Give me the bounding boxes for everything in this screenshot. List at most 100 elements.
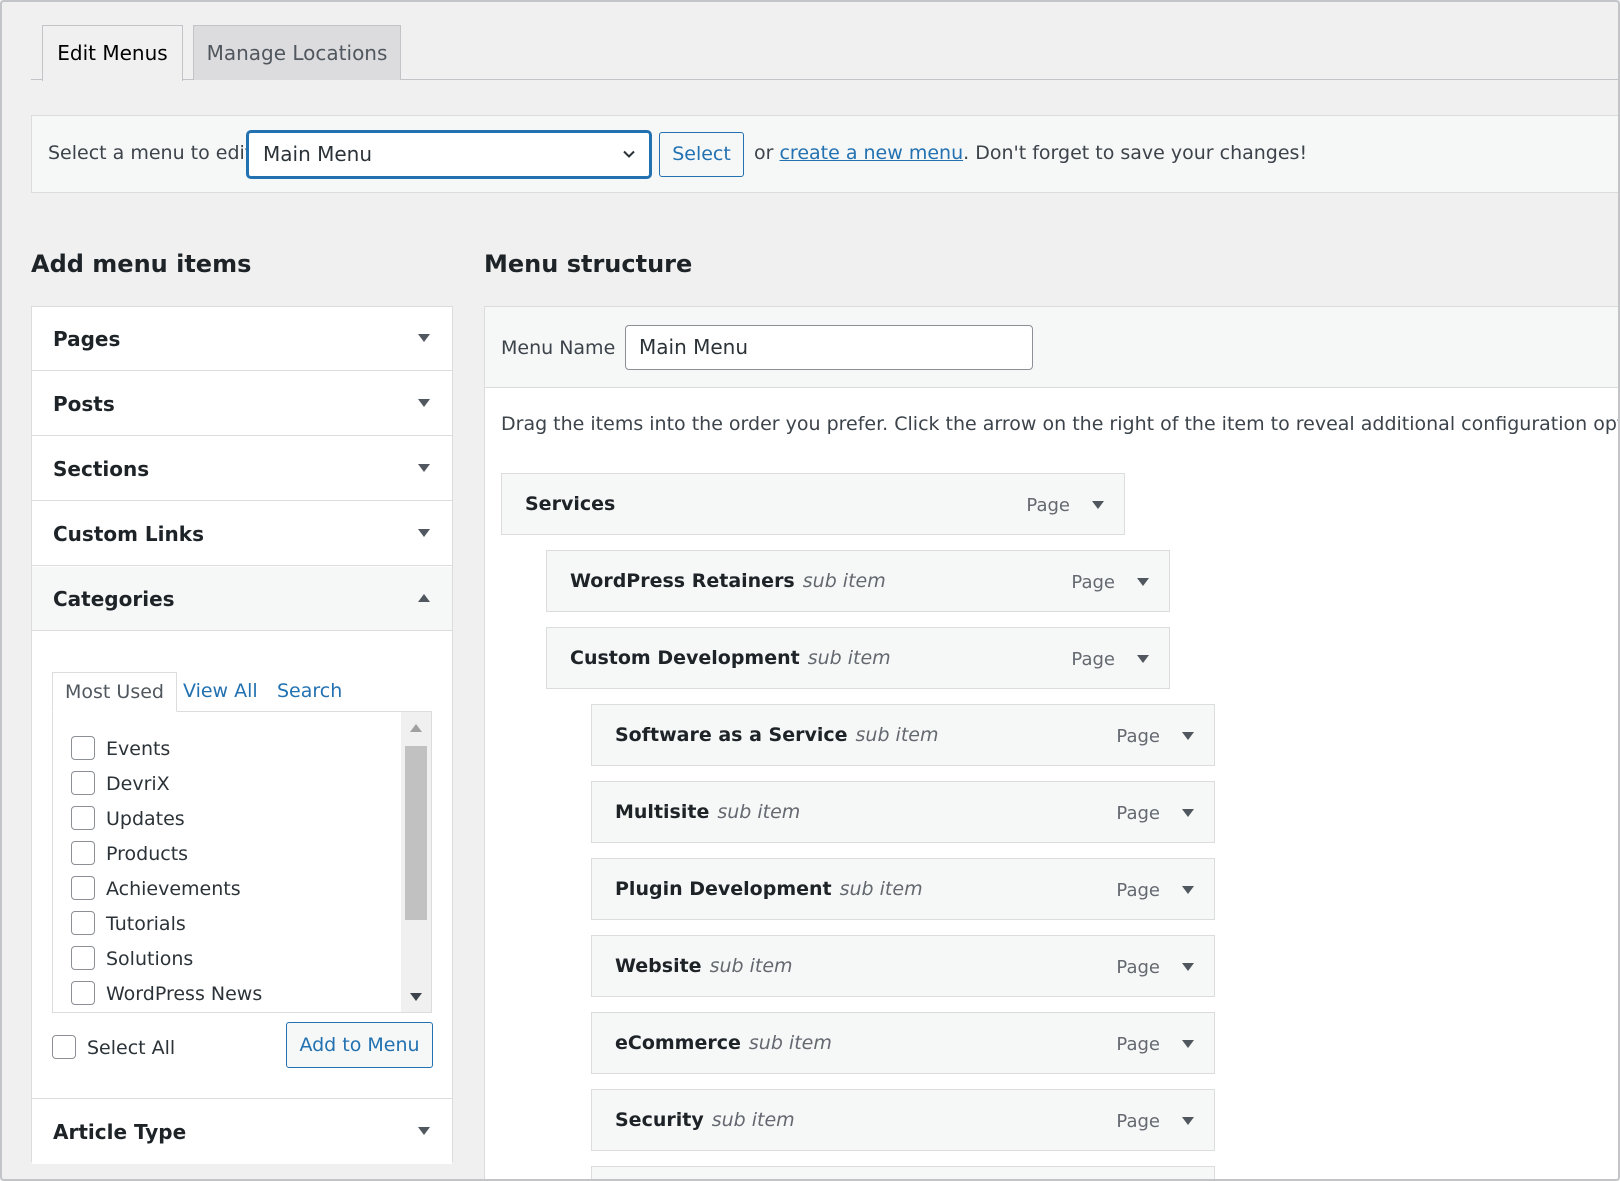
menu-item-wordpress-retainers[interactable]: WordPress Retainers sub item Page	[546, 550, 1170, 612]
scrollbar-thumb[interactable]	[405, 746, 427, 920]
accordion-posts[interactable]: Posts	[32, 372, 452, 436]
category-label: Updates	[106, 808, 185, 830]
accordion-pages[interactable]: Pages	[32, 307, 452, 371]
menu-item-title: eCommerce sub item	[615, 1032, 832, 1054]
caret-down-icon[interactable]	[1092, 500, 1104, 510]
tab-most-used[interactable]: Most Used	[52, 672, 177, 712]
select-all-label: Select All	[87, 1037, 176, 1059]
caret-down-icon[interactable]	[1182, 731, 1194, 741]
menu-item-partial[interactable]	[591, 1166, 1215, 1179]
category-label: Events	[106, 738, 171, 760]
menu-item-type: Page	[1026, 495, 1070, 516]
categories-panel: Most Used View All Search Events DevriX …	[32, 632, 452, 1099]
caret-down-icon[interactable]	[1182, 808, 1194, 818]
caret-down-icon[interactable]	[1182, 962, 1194, 972]
menu-structure-heading: Menu structure	[484, 250, 693, 278]
caret-down-icon	[418, 529, 430, 537]
app-frame: Edit Menus Manage Locations Select a men…	[0, 0, 1620, 1181]
accordion-title: Posts	[53, 392, 115, 416]
accordion-title: Custom Links	[53, 522, 204, 546]
menu-name-label: Menu Name	[501, 337, 616, 359]
menu-item-title: Software as a Service sub item	[615, 724, 939, 746]
category-label: Solutions	[106, 948, 194, 970]
menu-item-custom-development[interactable]: Custom Development sub item Page	[546, 627, 1170, 689]
caret-down-icon	[418, 334, 430, 342]
menu-item-type: Page	[1116, 1111, 1160, 1132]
categories-checklist: Events DevriX Updates Products Achieveme…	[52, 711, 432, 1013]
category-label: DevriX	[106, 773, 170, 795]
category-checkbox[interactable]	[71, 841, 95, 865]
menu-item-type: Page	[1071, 572, 1115, 593]
accordion-sections[interactable]: Sections	[32, 437, 452, 501]
menu-item-title: Custom Development sub item	[570, 647, 891, 669]
menu-item-type: Page	[1116, 880, 1160, 901]
category-checkbox[interactable]	[71, 911, 95, 935]
category-label: Products	[106, 843, 189, 865]
menu-item-multisite[interactable]: Multisite sub item Page	[591, 781, 1215, 843]
category-label: Achievements	[106, 878, 241, 900]
menu-item-type: Page	[1116, 803, 1160, 824]
select-all-checkbox[interactable]	[52, 1035, 76, 1059]
select-menu-button[interactable]: Select	[659, 132, 744, 177]
menu-item-security[interactable]: Security sub item Page	[591, 1089, 1215, 1151]
menu-name-input[interactable]: Main Menu	[625, 325, 1033, 370]
accordion-article-type[interactable]: Article Type	[32, 1100, 452, 1164]
menu-item-type: Page	[1116, 957, 1160, 978]
category-checkbox[interactable]	[71, 806, 95, 830]
tab-search[interactable]: Search	[277, 672, 342, 712]
menu-item-software-as-a-service[interactable]: Software as a Service sub item Page	[591, 704, 1215, 766]
add-menu-items-accordion: Pages Posts Sections Custom Links Catego…	[31, 306, 453, 1164]
menu-item-title: Website sub item	[615, 955, 793, 977]
create-new-menu-link[interactable]: create a new menu	[779, 142, 963, 164]
menu-item-ecommerce[interactable]: eCommerce sub item Page	[591, 1012, 1215, 1074]
caret-down-icon[interactable]	[1182, 1039, 1194, 1049]
add-menu-items-heading: Add menu items	[31, 250, 252, 278]
or-text: or	[754, 142, 774, 164]
scroll-down-icon[interactable]	[410, 993, 422, 1001]
menu-select-dropdown[interactable]: Main Menu	[247, 131, 651, 178]
category-label: WordPress News	[106, 983, 263, 1005]
caret-down-icon[interactable]	[1182, 885, 1194, 895]
caret-down-icon[interactable]	[1137, 577, 1149, 587]
scroll-up-icon[interactable]	[410, 724, 422, 732]
caret-down-icon[interactable]	[1182, 1116, 1194, 1126]
accordion-custom-links[interactable]: Custom Links	[32, 502, 452, 566]
manage-menus-bar: Select a menu to edit: Main Menu Select …	[31, 115, 1618, 193]
save-reminder-text: . Don't forget to save your changes!	[963, 142, 1308, 164]
accordion-title: Pages	[53, 327, 121, 351]
menu-select-value: Main Menu	[263, 142, 373, 166]
caret-down-icon	[418, 399, 430, 407]
menu-item-type: Page	[1071, 649, 1115, 670]
menu-item-title: Multisite sub item	[615, 801, 801, 823]
category-checkbox[interactable]	[71, 981, 95, 1005]
add-to-menu-button[interactable]: Add to Menu	[286, 1022, 433, 1068]
accordion-title: Sections	[53, 457, 150, 481]
tab-manage-locations[interactable]: Manage Locations	[193, 25, 401, 80]
menu-structure-panel: Menu Name Main Menu Drag the items into …	[484, 306, 1620, 1179]
caret-down-icon[interactable]	[1137, 654, 1149, 664]
menu-item-website[interactable]: Website sub item Page	[591, 935, 1215, 997]
menu-item-type: Page	[1116, 726, 1160, 747]
caret-down-icon	[418, 464, 430, 472]
tab-edit-menus[interactable]: Edit Menus	[42, 25, 183, 81]
category-checkbox[interactable]	[71, 736, 95, 760]
category-checkbox[interactable]	[71, 876, 95, 900]
menu-item-title: Plugin Development sub item	[615, 878, 923, 900]
category-checkbox[interactable]	[71, 946, 95, 970]
accordion-categories[interactable]: Categories	[32, 567, 452, 631]
categories-tabs: Most Used View All Search	[52, 672, 432, 712]
checklist-scrollbar[interactable]	[401, 712, 431, 1012]
menu-item-plugin-development[interactable]: Plugin Development sub item Page	[591, 858, 1215, 920]
accordion-title: Article Type	[53, 1120, 187, 1144]
menu-item-title: Security sub item	[615, 1109, 795, 1131]
category-checkbox[interactable]	[71, 771, 95, 795]
drag-instructions: Drag the items into the order you prefer…	[501, 413, 1620, 435]
menu-name-bar: Menu Name Main Menu	[485, 307, 1618, 388]
tab-view-all[interactable]: View All	[183, 672, 258, 712]
category-label: Tutorials	[106, 913, 186, 935]
caret-down-icon	[418, 1127, 430, 1135]
nav-tabs: Edit Menus Manage Locations	[31, 25, 1618, 81]
menu-item-services[interactable]: Services Page	[501, 473, 1125, 535]
caret-up-icon	[418, 594, 430, 602]
menu-item-type: Page	[1116, 1034, 1160, 1055]
